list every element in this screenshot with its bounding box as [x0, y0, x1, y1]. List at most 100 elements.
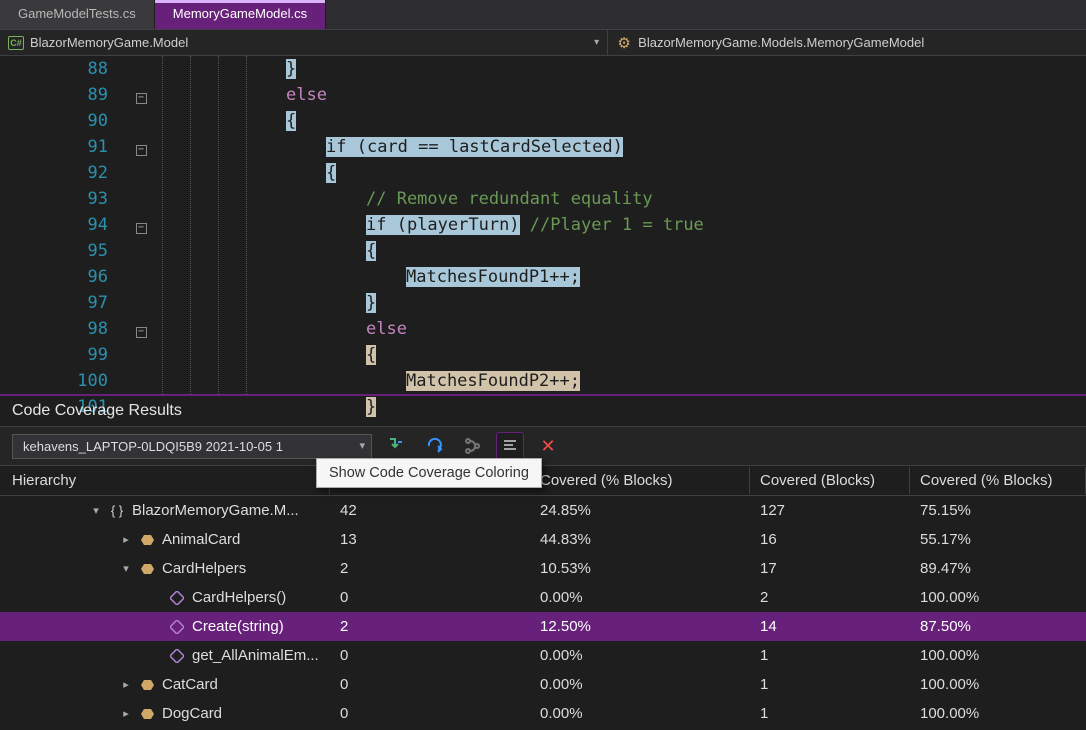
line-number: 100 — [0, 368, 108, 394]
line-number: 88 — [0, 56, 108, 82]
code-line[interactable]: { — [286, 342, 1086, 368]
fold-slot[interactable] — [120, 238, 162, 264]
coverage-run-dropdown[interactable]: kehavens_LAPTOP-0LDQI5B9 2021-10-05 1 — [12, 434, 372, 459]
covered-blocks: 16 — [750, 528, 910, 551]
table-row[interactable]: ▸ DogCard 0 0.00% 1 100.00% — [0, 699, 1086, 728]
line-number: 90 — [0, 108, 108, 134]
table-row[interactable]: get_AllAnimalEm... 0 0.00% 1 100.00% — [0, 641, 1086, 670]
table-row[interactable]: Create(string) 2 12.50% 14 87.50% — [0, 612, 1086, 641]
class-icon — [138, 677, 156, 693]
col-covered-pct[interactable]: Covered (% Blocks) — [910, 467, 1086, 494]
show-coverage-coloring-button[interactable] — [496, 432, 524, 460]
remove-button[interactable]: ✕ — [534, 432, 562, 460]
row-label: Create(string) — [192, 618, 284, 635]
row-label: BlazorMemoryGame.M... — [132, 502, 299, 519]
namespace-dropdown[interactable]: C# BlazorMemoryGame.Model ▾ — [0, 30, 608, 55]
covered-pct: 100.00% — [910, 644, 1086, 667]
code-line[interactable]: else — [286, 82, 1086, 108]
import-results-button[interactable] — [382, 432, 410, 460]
method-icon — [168, 648, 186, 664]
code-body[interactable]: }else{if (card == lastCardSelected){// R… — [282, 56, 1086, 394]
table-row[interactable]: CardHelpers() 0 0.00% 2 100.00% — [0, 583, 1086, 612]
csharp-icon: C# — [8, 35, 24, 51]
code-line[interactable]: if (card == lastCardSelected) — [286, 134, 1086, 160]
col-not-covered-pct[interactable]: Covered (% Blocks) — [530, 467, 750, 494]
covered-blocks: 1 — [750, 702, 910, 725]
code-line[interactable]: } — [286, 394, 1086, 420]
code-line[interactable]: { — [286, 238, 1086, 264]
fold-slot[interactable] — [120, 290, 162, 316]
expander-icon[interactable]: ▾ — [120, 562, 132, 575]
fold-toggle-icon[interactable]: − — [136, 223, 147, 234]
fold-slot[interactable] — [120, 160, 162, 186]
fold-slot[interactable] — [120, 108, 162, 134]
class-icon — [138, 532, 156, 548]
not-covered-pct: 10.53% — [530, 557, 750, 580]
code-line[interactable]: MatchesFoundP2++; — [286, 368, 1086, 394]
table-row[interactable]: ▾ BlazorMemoryGame.M... 42 24.85% 127 75… — [0, 496, 1086, 525]
line-number: 91 — [0, 134, 108, 160]
code-line[interactable]: { — [286, 160, 1086, 186]
code-line[interactable]: // Remove redundant equality — [286, 186, 1086, 212]
table-row[interactable]: ▸ AnimalCard 13 44.83% 16 55.17% — [0, 525, 1086, 554]
expander-icon[interactable]: ▸ — [120, 678, 132, 691]
line-number: 94 — [0, 212, 108, 238]
expander-icon[interactable]: ▸ — [120, 707, 132, 720]
line-number: 89 — [0, 82, 108, 108]
expander-icon[interactable]: ▾ — [90, 504, 102, 517]
fold-toggle-icon[interactable]: − — [136, 145, 147, 156]
indent-guides — [162, 56, 282, 394]
line-number: 95 — [0, 238, 108, 264]
code-line[interactable]: if (playerTurn) //Player 1 = true — [286, 212, 1086, 238]
not-covered-blocks: 0 — [330, 702, 530, 725]
row-label: get_AllAnimalEm... — [192, 647, 319, 664]
not-covered-blocks: 0 — [330, 673, 530, 696]
code-line[interactable]: MatchesFoundP1++; — [286, 264, 1086, 290]
outlining-margin[interactable]: − − − − — [120, 56, 162, 394]
not-covered-pct: 0.00% — [530, 673, 750, 696]
table-row[interactable]: ▾ CardHelpers 2 10.53% 17 89.47% — [0, 554, 1086, 583]
line-number: 98 — [0, 316, 108, 342]
covered-blocks: 17 — [750, 557, 910, 580]
tab-game-model-tests[interactable]: GameModelTests.cs — [0, 0, 155, 29]
fold-toggle-icon[interactable]: − — [136, 93, 147, 104]
grid-header[interactable]: Hierarchy Covered (% Blocks) Covered (Bl… — [0, 466, 1086, 496]
fold-slot[interactable]: − — [120, 212, 162, 238]
member-dropdown[interactable]: ⚙ BlazorMemoryGame.Models.MemoryGameMode… — [608, 30, 1086, 55]
tab-memory-game-model[interactable]: MemoryGameModel.cs — [155, 0, 326, 29]
line-number: 93 — [0, 186, 108, 212]
code-line[interactable]: } — [286, 290, 1086, 316]
fold-slot[interactable] — [120, 342, 162, 368]
line-number: 97 — [0, 290, 108, 316]
not-covered-pct: 0.00% — [530, 644, 750, 667]
fold-slot[interactable] — [120, 264, 162, 290]
covered-pct: 55.17% — [910, 528, 1086, 551]
col-hierarchy[interactable]: Hierarchy — [0, 467, 330, 494]
covered-pct: 87.50% — [910, 615, 1086, 638]
fold-slot[interactable] — [120, 368, 162, 394]
covered-blocks: 1 — [750, 644, 910, 667]
class-icon — [138, 561, 156, 577]
code-line[interactable]: { — [286, 108, 1086, 134]
table-row[interactable]: ▸ CatCard 0 0.00% 1 100.00% — [0, 670, 1086, 699]
not-covered-pct: 44.83% — [530, 528, 750, 551]
code-line[interactable]: else — [286, 316, 1086, 342]
expander-icon[interactable]: ▸ — [120, 533, 132, 546]
code-editor[interactable]: 888990919293949596979899100101 −−−− }els… — [0, 56, 1086, 396]
fold-toggle-icon[interactable]: − — [136, 327, 147, 338]
fold-slot[interactable]: − — [120, 82, 162, 108]
merge-results-button[interactable] — [458, 432, 486, 460]
code-line[interactable]: } — [286, 56, 1086, 82]
not-covered-blocks: 0 — [330, 644, 530, 667]
fold-slot[interactable]: − — [120, 316, 162, 342]
fold-slot[interactable] — [120, 56, 162, 82]
fold-slot[interactable] — [120, 186, 162, 212]
col-covered-blocks[interactable]: Covered (Blocks) — [750, 467, 910, 494]
not-covered-blocks: 2 — [330, 557, 530, 580]
line-number: 99 — [0, 342, 108, 368]
export-results-button[interactable] — [420, 432, 448, 460]
line-number: 96 — [0, 264, 108, 290]
covered-pct: 100.00% — [910, 673, 1086, 696]
member-label: BlazorMemoryGame.Models.MemoryGameModel — [638, 35, 924, 50]
fold-slot[interactable]: − — [120, 134, 162, 160]
